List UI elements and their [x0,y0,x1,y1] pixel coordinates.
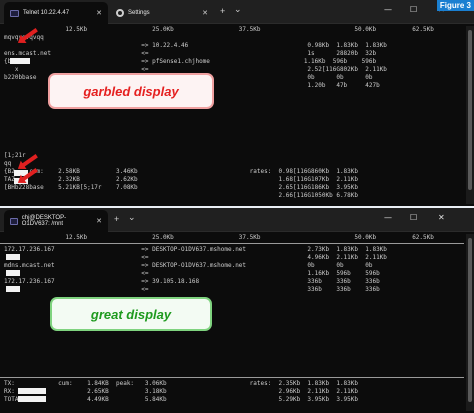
terminal-line: => 10.22.4.46 0.98Kb 1.83Kb 1.83Kb [4,42,387,49]
terminal-line: [BHb228base 5.21KB[5;17r 7.08Kb 2.65[116… [4,184,359,191]
figure-label: Figure 3 [436,0,474,11]
terminal-icon [10,9,19,17]
new-tab-button[interactable]: + [220,6,225,16]
close-window-button[interactable]: ✕ [438,213,445,222]
scrollbar-thumb[interactable] [468,238,472,402]
tab-dropdown-button[interactable]: ⌄ [128,212,136,222]
maximize-button[interactable]: ☐ [410,213,417,222]
terminal-line: <= 1.16Kb 596b 596b [4,270,380,277]
scale-ruler [0,243,464,244]
tab-bar: chj@DESKTOP-O1DV637: /mnt ✕ + ⌄ — ☐ ✕ [0,208,474,232]
terminal-line: [1;21r [4,152,26,159]
scrollbar-thumb[interactable] [468,30,472,190]
terminal-line: mdns.mcast.net => DESKTOP-O1DV637.mshome… [4,262,373,269]
tab-label: Telnet 10.22.4.47 [23,10,70,16]
terminal-line: qq [4,160,12,167]
minimize-button[interactable]: — [384,5,392,14]
tab-label: Settings [128,10,150,16]
footer-line: TX: cum: 1.84KB peak: 3.06Kb rates: 2.35… [4,380,359,387]
close-tab-icon[interactable]: ✕ [96,217,102,225]
terminal-icon [10,217,18,225]
tab-label: chj@DESKTOP-O1DV637: /mnt [21,215,67,227]
terminal-line: {b => pfSense1.chjhome 1.16Kb 596b 596b [4,58,377,65]
close-tab-icon[interactable]: ✕ [202,9,208,17]
gear-icon [116,9,124,17]
terminal-line: 12.5Kb 25.0Kb 37.5Kb 50.0Kb 62.5Kb [4,26,434,33]
great-display-callout: great display [50,297,212,331]
scrollbar[interactable] [466,26,474,204]
terminal-line: 172.17.236.167 => 39.105.18.168 336b 336… [4,278,380,285]
terminal-line: 2.66[116G1050Kb 6.78Kb [4,192,359,199]
tab-bar: Telnet 10.22.4.47 ✕ Settings ✕ + ⌄ — ☐ ✕ [0,0,474,24]
footer-ruler [0,377,464,378]
terminal-line: TAZ 2.32KB 2.62Kb 1.68[116G107Kb 2.11Kb [4,176,359,183]
redaction-block [6,270,20,276]
tab-dropdown-button[interactable]: ⌄ [234,4,242,14]
footer-line: RX: 2.65KB 3.18Kb 2.96Kb 2.11Kb 2.11Kb [4,388,359,395]
tab-settings[interactable]: Settings ✕ [110,2,214,24]
terminal-line: ens.mcast.net <= 1s 28820b 32b [4,50,377,57]
terminal-line: <= 336b 336b 336b [4,286,380,293]
maximize-button[interactable]: ☐ [410,5,417,14]
minimize-button[interactable]: — [384,213,392,222]
tab-wsl[interactable]: chj@DESKTOP-O1DV637: /mnt ✕ [4,210,108,232]
terminal-line: {B2 cum: 2.58KB 3.46Kb rates: 0.98[116G8… [4,168,359,175]
garbled-display-callout: garbled display [48,73,214,109]
tab-telnet[interactable]: Telnet 10.22.4.47 ✕ [4,2,108,24]
redaction-block [6,254,20,260]
redaction-block [18,388,46,394]
scrollbar[interactable] [466,234,474,411]
redaction-block [6,286,20,292]
scale-line: 12.5Kb 25.0Kb 37.5Kb 50.0Kb 62.5Kb [4,234,434,241]
terminal-output[interactable]: 12.5Kb 25.0Kb 37.5Kb 50.0Kb 62.5Kb mqvqv… [0,26,464,204]
new-tab-button[interactable]: + [114,214,119,224]
footer-line: TOTAL: 4.49KB 5.84Kb 5.29Kb 3.95Kb 3.95K… [4,396,359,403]
redaction-block [10,58,30,64]
close-tab-icon[interactable]: ✕ [96,9,102,17]
terminal-line: <= 4.96Kb 2.11Kb 2.11Kb [4,254,387,261]
redaction-block [18,396,46,402]
terminal-line: 172.17.236.167 => DESKTOP-O1DV637.mshome… [4,246,387,253]
